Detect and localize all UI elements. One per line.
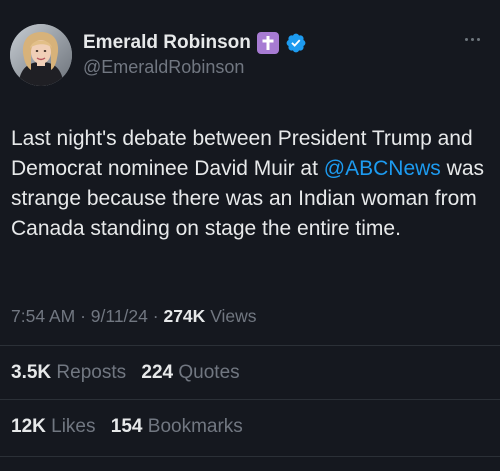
tweet-header: Emerald Robinson @EmeraldRobinson (10, 24, 490, 88)
likes-count: 12K (11, 416, 46, 437)
divider (0, 345, 500, 346)
reposts-count: 3.5K (11, 362, 52, 383)
author-handle[interactable]: @EmeraldRobinson (83, 57, 244, 78)
tweet-meta: 7:54 AM · 9/11/24 · 274K Views (11, 306, 257, 327)
reposts-stat[interactable]: 3.5K Reposts (11, 362, 126, 384)
quotes-label: Quotes (178, 362, 240, 383)
views-count: 274K (163, 306, 206, 326)
tweet-date[interactable]: 9/11/24 (91, 306, 148, 326)
author-name-row: Emerald Robinson (83, 32, 307, 54)
bookmarks-label: Bookmarks (147, 416, 243, 437)
tweet-text: Last night's debate between President Tr… (11, 124, 491, 244)
quotes-stat[interactable]: 224 Quotes (141, 362, 239, 384)
stats-row-reposts-quotes: 3.5K Reposts 224 Quotes (11, 362, 250, 384)
tweet-time[interactable]: 7:54 AM (11, 306, 75, 326)
mention-link[interactable]: @ABCNews (324, 157, 441, 180)
stats-row-likes-bookmarks: 12K Likes 154 Bookmarks (11, 416, 253, 438)
more-options-icon[interactable] (458, 30, 486, 48)
more-dot (464, 37, 468, 41)
likes-stat[interactable]: 12K Likes (11, 416, 96, 438)
bookmarks-count: 154 (110, 416, 143, 437)
more-dot (470, 37, 474, 41)
avatar[interactable] (10, 24, 72, 86)
quotes-count: 224 (141, 362, 174, 383)
divider (0, 399, 500, 400)
reposts-label: Reposts (56, 362, 127, 383)
meta-separator: · (80, 306, 86, 326)
more-dot (476, 37, 480, 41)
avatar-photo (10, 24, 72, 86)
views-label: Views (210, 306, 257, 326)
likes-label: Likes (51, 416, 96, 437)
author-display-name[interactable]: Emerald Robinson (83, 32, 251, 54)
divider (0, 456, 500, 457)
latin-cross-icon (256, 32, 279, 54)
meta-separator: · (152, 306, 159, 326)
bookmarks-stat[interactable]: 154 Bookmarks (111, 416, 243, 438)
verified-badge-icon[interactable] (285, 32, 307, 54)
